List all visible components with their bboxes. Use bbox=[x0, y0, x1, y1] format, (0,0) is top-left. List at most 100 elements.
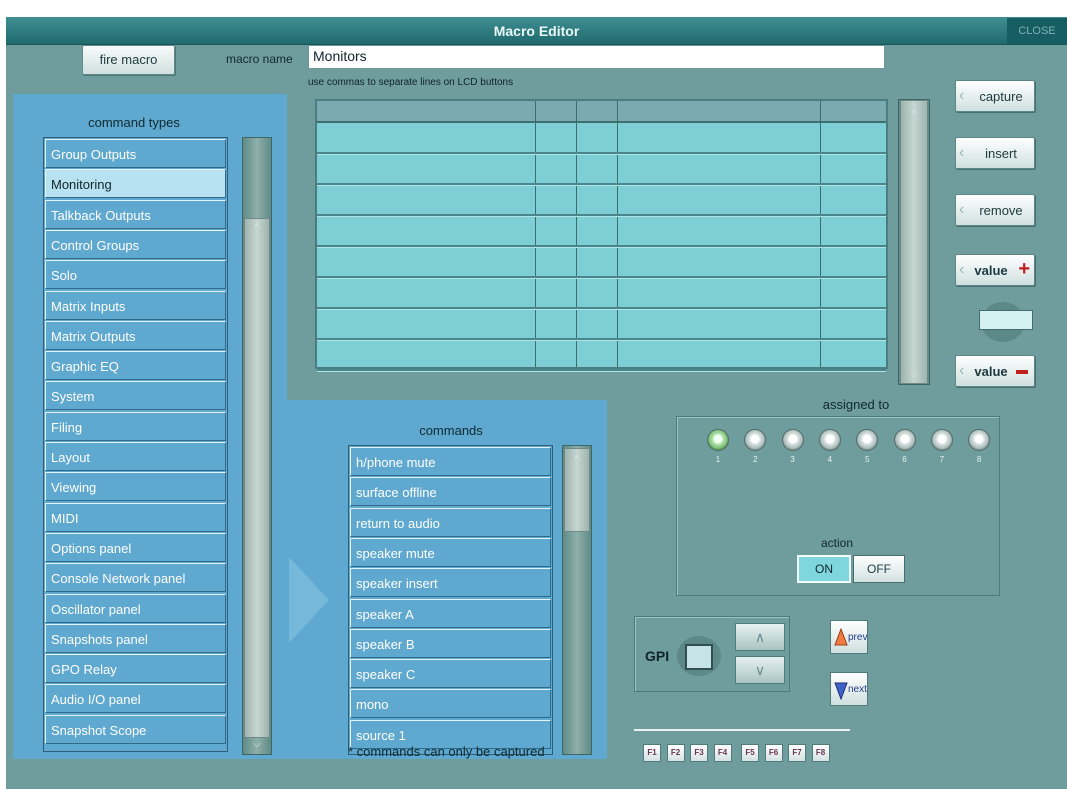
macro-name-hint: use commas to separate lines on LCD butt… bbox=[308, 77, 514, 88]
function-key-f2[interactable]: F2 bbox=[666, 744, 685, 762]
scroll-up-icon: ^ bbox=[911, 108, 917, 120]
gpi-knob[interactable] bbox=[677, 636, 721, 676]
assign-led-number: 3 bbox=[790, 455, 795, 464]
list-item[interactable]: Filing bbox=[45, 411, 226, 441]
chevron-left-icon: ‹ bbox=[959, 201, 965, 218]
chevron-left-icon: ‹ bbox=[959, 144, 965, 161]
assign-led-1[interactable] bbox=[707, 429, 729, 451]
capture-button[interactable]: ‹ capture bbox=[955, 80, 1035, 112]
list-item[interactable]: Graphic EQ bbox=[45, 351, 226, 381]
list-item[interactable]: Matrix Inputs bbox=[45, 290, 226, 320]
scrollbar-thumb[interactable] bbox=[244, 218, 270, 738]
list-item[interactable]: speaker mute bbox=[350, 537, 551, 567]
commands-scrollbar[interactable]: ^ bbox=[562, 445, 592, 755]
table-column-divider bbox=[820, 101, 821, 367]
list-item[interactable]: Options panel bbox=[45, 532, 226, 562]
table-column-divider bbox=[535, 101, 536, 367]
assign-led-number: 4 bbox=[827, 455, 833, 464]
function-key-f1[interactable]: F1 bbox=[643, 744, 661, 762]
list-item[interactable]: speaker A bbox=[350, 598, 551, 628]
list-item[interactable]: Snapshot Scope bbox=[45, 714, 226, 744]
list-item[interactable]: Matrix Outputs bbox=[45, 320, 226, 350]
assign-led-4[interactable] bbox=[818, 429, 841, 451]
prev-button[interactable]: prev bbox=[830, 620, 868, 654]
assign-led-2[interactable] bbox=[744, 429, 767, 451]
function-key-f4[interactable]: F4 bbox=[713, 744, 732, 762]
plus-icon: + bbox=[1018, 258, 1030, 280]
function-key-f6[interactable]: F6 bbox=[764, 744, 783, 762]
action-off-toggle[interactable]: OFF bbox=[853, 555, 905, 583]
list-item[interactable]: Audio I/O panel bbox=[45, 684, 226, 714]
scrollbar-thumb[interactable] bbox=[900, 100, 928, 384]
next-button[interactable]: next bbox=[830, 672, 868, 706]
action-label: action bbox=[820, 536, 854, 550]
list-item[interactable]: return to audio bbox=[350, 507, 551, 537]
gpi-label: GPI bbox=[645, 648, 670, 664]
assign-led-5[interactable] bbox=[856, 429, 879, 451]
list-item[interactable]: speaker C bbox=[350, 659, 551, 689]
scroll-up-icon: ^ bbox=[254, 222, 260, 234]
table-column-divider bbox=[576, 101, 577, 367]
value-minus-button[interactable]: ‹ value bbox=[955, 355, 1035, 387]
macro-table-scrollbar[interactable]: ^ ⌵ bbox=[898, 99, 930, 385]
list-item[interactable]: GPO Relay bbox=[45, 654, 226, 684]
gpi-up-button[interactable]: ∧ bbox=[735, 623, 785, 651]
list-item[interactable]: Oscillator panel bbox=[45, 593, 226, 623]
window-title: Macro Editor bbox=[493, 23, 580, 39]
list-item[interactable]: h/phone mute bbox=[350, 447, 551, 476]
function-key-f8[interactable]: F8 bbox=[811, 744, 830, 762]
assign-led-7[interactable] bbox=[930, 429, 953, 451]
assign-led-6[interactable] bbox=[893, 429, 916, 451]
macro-name-input[interactable]: Monitors bbox=[308, 45, 885, 69]
assign-led-3[interactable] bbox=[781, 429, 804, 451]
title-bar: Macro Editor CLOSE bbox=[6, 17, 1067, 45]
assign-led-number: 2 bbox=[753, 455, 758, 464]
assign-led-number: 8 bbox=[976, 455, 982, 464]
assign-led-number: 5 bbox=[864, 455, 870, 464]
gpi-down-button[interactable]: ∨ bbox=[735, 656, 785, 684]
fire-macro-button[interactable]: fire macro bbox=[82, 45, 175, 75]
list-item[interactable]: Control Groups bbox=[45, 229, 226, 259]
list-item[interactable]: Layout bbox=[45, 442, 226, 471]
list-item[interactable]: mono bbox=[350, 689, 551, 719]
list-item[interactable]: Talkback Outputs bbox=[45, 199, 226, 229]
value-plus-button[interactable]: ‹ value + bbox=[955, 254, 1035, 286]
insert-button[interactable]: ‹ insert bbox=[955, 137, 1035, 169]
macro-name-label: macro name bbox=[226, 52, 293, 66]
close-button[interactable]: CLOSE bbox=[1007, 18, 1067, 44]
command-types-list: Group Outputs Monitoring Talkback Outputs C… bbox=[43, 137, 228, 752]
list-item[interactable]: surface offline bbox=[350, 477, 551, 507]
action-on-toggle[interactable]: ON bbox=[797, 555, 851, 583]
chevron-left-icon: ‹ bbox=[959, 87, 965, 104]
list-item[interactable]: Monitoring bbox=[45, 169, 226, 199]
list-item[interactable]: Group Outputs bbox=[45, 139, 226, 168]
list-item[interactable]: Console Network panel bbox=[45, 563, 226, 593]
assigned-to-panel: 1 2 3 4 5 6 7 8 action ON OFF bbox=[676, 416, 1000, 596]
arrow-right-icon bbox=[289, 557, 329, 643]
assign-led-8[interactable] bbox=[968, 429, 991, 451]
list-item[interactable]: Viewing bbox=[45, 472, 226, 502]
function-key-f7[interactable]: F7 bbox=[788, 744, 806, 762]
assign-led-number: 1 bbox=[715, 455, 721, 464]
table-header bbox=[317, 101, 886, 123]
list-item[interactable]: MIDI bbox=[45, 502, 226, 532]
assign-led-number: 6 bbox=[902, 455, 907, 464]
macro-editor-window: Macro Editor CLOSE fire macro macro name… bbox=[6, 17, 1067, 789]
list-item[interactable]: Snapshots panel bbox=[45, 623, 226, 653]
function-key-f3[interactable]: F3 bbox=[690, 744, 708, 762]
list-item[interactable]: Solo bbox=[45, 260, 226, 290]
table-column-divider bbox=[617, 101, 618, 367]
assign-led-number: 7 bbox=[939, 455, 945, 464]
command-types-scrollbar[interactable]: ^ ⌵ bbox=[242, 137, 272, 755]
commands-list: h/phone mute surface offline return to aud… bbox=[348, 445, 553, 755]
macro-lines-table[interactable] bbox=[315, 99, 888, 372]
list-item[interactable]: speaker insert bbox=[350, 568, 551, 598]
gpi-panel: GPI ∧ ∨ bbox=[634, 616, 790, 692]
command-types-title: command types bbox=[88, 115, 180, 130]
remove-button[interactable]: ‹ remove bbox=[955, 194, 1035, 226]
scroll-down-icon: ⌵ bbox=[252, 738, 262, 750]
value-knob[interactable] bbox=[979, 302, 1033, 342]
function-key-f5[interactable]: F5 bbox=[741, 744, 759, 762]
list-item[interactable]: speaker B bbox=[350, 628, 551, 658]
list-item[interactable]: System bbox=[45, 381, 226, 411]
